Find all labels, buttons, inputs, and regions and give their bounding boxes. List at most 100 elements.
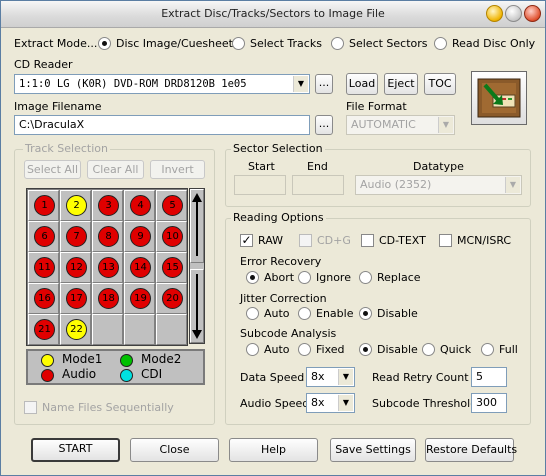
mode-select-sectors-radio[interactable]: [331, 37, 344, 50]
eject-button[interactable]: Eject: [384, 73, 418, 95]
subcode-disable-radio[interactable]: [359, 343, 372, 356]
invert-button[interactable]: Invert: [150, 160, 205, 179]
track-cell[interactable]: 8: [92, 221, 123, 252]
close-window-button[interactable]: [524, 5, 541, 22]
track-cell[interactable]: 9: [124, 221, 155, 252]
error-ignore-label[interactable]: Ignore: [316, 271, 351, 284]
image-filename-input[interactable]: C:\DraculaX: [14, 115, 310, 135]
track-disc[interactable]: 18: [98, 288, 119, 309]
title-bar[interactable]: Extract Disc/Tracks/Sectors to Image Fil…: [1, 1, 545, 28]
track-cell[interactable]: 11: [28, 252, 59, 283]
read-retry-count-input[interactable]: 5: [471, 367, 507, 387]
end-sector-input[interactable]: [292, 175, 344, 195]
track-cell[interactable]: 2: [60, 190, 91, 221]
track-disc[interactable]: 17: [66, 288, 87, 309]
jitter-auto-label[interactable]: Auto: [264, 307, 290, 320]
start-sector-input[interactable]: [234, 175, 286, 195]
track-disc[interactable]: 13: [98, 257, 119, 278]
data-speed-select[interactable]: 8x ▼: [306, 367, 355, 387]
mode-read-disc-only-label[interactable]: Read Disc Only: [452, 37, 535, 50]
error-replace-radio[interactable]: [359, 271, 372, 284]
mode-disc-image-radio[interactable]: [98, 37, 111, 50]
cdtext-checkbox[interactable]: [361, 234, 374, 247]
track-cell[interactable]: 19: [124, 283, 155, 314]
subcode-quick-label[interactable]: Quick: [440, 343, 471, 356]
track-cell[interactable]: 14: [124, 252, 155, 283]
subcode-full-radio[interactable]: [481, 343, 494, 356]
track-cell[interactable]: 16: [28, 283, 59, 314]
subcode-threshold-input[interactable]: 300: [471, 393, 507, 413]
save-settings-button[interactable]: Save Settings: [330, 438, 416, 462]
chevron-down-icon[interactable]: ▼: [338, 395, 353, 411]
track-cell[interactable]: 13: [92, 252, 123, 283]
mode-read-disc-only-radio[interactable]: [434, 37, 447, 50]
cd-reader-browse-button[interactable]: ...: [315, 74, 333, 94]
track-disc[interactable]: 22: [66, 319, 87, 340]
error-abort-label[interactable]: Abort: [264, 271, 294, 284]
subcode-auto-radio[interactable]: [246, 343, 259, 356]
chevron-down-icon[interactable]: ▼: [293, 76, 308, 92]
help-button[interactable]: Help: [229, 438, 318, 462]
track-disc[interactable]: 7: [66, 226, 87, 247]
track-disc[interactable]: 4: [130, 195, 151, 216]
datatype-select[interactable]: Audio (2352) ▼: [355, 175, 522, 195]
raw-checkbox[interactable]: ✓: [240, 234, 253, 247]
subcode-disable-label[interactable]: Disable: [377, 343, 418, 356]
track-disc[interactable]: 21: [34, 319, 55, 340]
scroll-up-button[interactable]: [190, 189, 204, 263]
track-cell[interactable]: 18: [92, 283, 123, 314]
start-button[interactable]: START: [31, 438, 120, 462]
track-cell[interactable]: 17: [60, 283, 91, 314]
raw-label[interactable]: RAW: [258, 234, 283, 247]
jitter-disable-label[interactable]: Disable: [377, 307, 418, 320]
error-abort-radio[interactable]: [246, 271, 259, 284]
chevron-down-icon[interactable]: ▼: [338, 369, 353, 385]
jitter-auto-radio[interactable]: [246, 307, 259, 320]
jitter-enable-radio[interactable]: [298, 307, 311, 320]
mcn-isrc-label[interactable]: MCN/ISRC: [457, 234, 511, 247]
track-disc[interactable]: 16: [34, 288, 55, 309]
close-button[interactable]: Close: [130, 438, 219, 462]
error-ignore-radio[interactable]: [298, 271, 311, 284]
track-cell[interactable]: 20: [156, 283, 187, 314]
track-disc[interactable]: 3: [98, 195, 119, 216]
track-disc[interactable]: 19: [130, 288, 151, 309]
track-disc[interactable]: 12: [66, 257, 87, 278]
maximize-button[interactable]: [505, 5, 522, 22]
select-all-button[interactable]: Select All: [24, 160, 81, 179]
mcn-isrc-checkbox[interactable]: [439, 234, 452, 247]
minimize-button[interactable]: [486, 5, 503, 22]
chevron-down-icon[interactable]: ▼: [438, 117, 453, 133]
cdtext-label[interactable]: CD-TEXT: [379, 234, 426, 247]
mode-disc-image-label[interactable]: Disc Image/Cuesheet: [116, 37, 233, 50]
track-disc[interactable]: 10: [162, 226, 183, 247]
track-cell[interactable]: 15: [156, 252, 187, 283]
subcode-auto-label[interactable]: Auto: [264, 343, 290, 356]
track-cell[interactable]: 12: [60, 252, 91, 283]
mode-select-tracks-label[interactable]: Select Tracks: [250, 37, 322, 50]
error-replace-label[interactable]: Replace: [377, 271, 421, 284]
track-grid-scrollbar[interactable]: [189, 188, 205, 344]
subcode-fixed-label[interactable]: Fixed: [316, 343, 345, 356]
audio-speed-select[interactable]: 8x ▼: [306, 393, 355, 413]
track-cell[interactable]: 7: [60, 221, 91, 252]
track-disc[interactable]: 11: [34, 257, 55, 278]
chevron-down-icon[interactable]: ▼: [505, 177, 520, 193]
name-files-sequentially-checkbox[interactable]: [24, 401, 37, 414]
track-cell[interactable]: 6: [28, 221, 59, 252]
cd-reader-select[interactable]: 1:1:0 LG (K0R) DVD-ROM DRD8120B 1e05 ▼: [14, 74, 310, 94]
jitter-disable-radio[interactable]: [359, 307, 372, 320]
track-cell[interactable]: 5: [156, 190, 187, 221]
load-button[interactable]: Load: [346, 73, 378, 95]
track-disc[interactable]: 2: [66, 195, 87, 216]
subcode-quick-radio[interactable]: [422, 343, 435, 356]
track-disc[interactable]: 15: [162, 257, 183, 278]
restore-defaults-button[interactable]: Restore Defaults: [425, 438, 517, 462]
track-disc[interactable]: 1: [34, 195, 55, 216]
track-cell[interactable]: 4: [124, 190, 155, 221]
track-cell[interactable]: 22: [60, 314, 91, 345]
track-cell[interactable]: 1: [28, 190, 59, 221]
jitter-enable-label[interactable]: Enable: [316, 307, 353, 320]
track-disc[interactable]: 9: [130, 226, 151, 247]
mode-select-tracks-radio[interactable]: [232, 37, 245, 50]
